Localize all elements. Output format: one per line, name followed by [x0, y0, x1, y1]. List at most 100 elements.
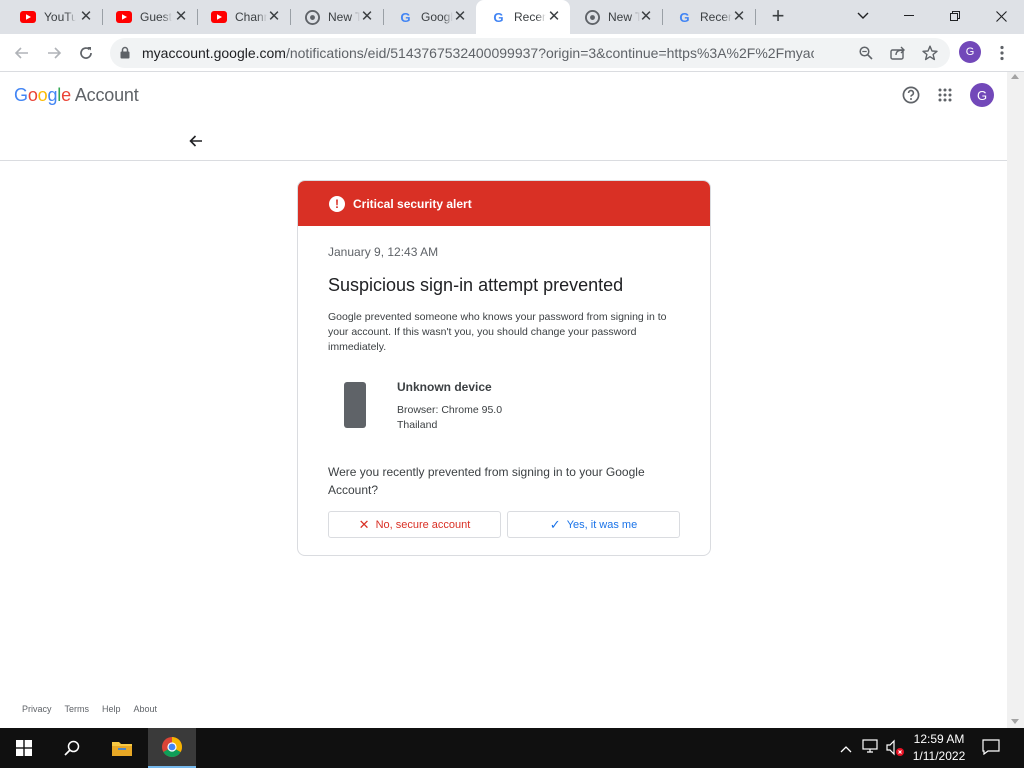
address-bar[interactable]: myaccount.google.com/notifications/eid/5… [110, 38, 950, 68]
security-alert-card: ! Critical security alert January 9, 12:… [297, 180, 711, 556]
youtube-icon [116, 9, 132, 25]
tab-new-tab[interactable]: New Tab ✕ [570, 0, 662, 34]
tab-close-icon[interactable]: ✕ [173, 9, 189, 25]
windows-logo-icon [16, 740, 32, 756]
tab-close-icon[interactable]: ✕ [78, 9, 94, 25]
tab-title: Channel [235, 10, 267, 24]
account-label: Account [74, 85, 139, 105]
footer-about-link[interactable]: About [134, 704, 158, 714]
tab-close-icon[interactable]: ✕ [452, 9, 468, 25]
volume-status[interactable] [886, 739, 906, 757]
scroll-up-arrow[interactable] [1011, 74, 1019, 79]
alert-date: January 9, 12:43 AM [328, 245, 439, 259]
account-avatar[interactable]: G [970, 83, 994, 107]
new-tab-button[interactable]: + [767, 5, 789, 28]
bookmark-button[interactable] [920, 43, 940, 63]
yes-it-was-me-button[interactable]: ✓ Yes, it was me [507, 511, 680, 538]
tab-recent-active[interactable]: G Recent ✕ [476, 0, 570, 34]
profile-avatar[interactable]: G [959, 41, 981, 63]
back-arrow-button[interactable] [185, 130, 207, 152]
url-host: myaccount.google.com [142, 45, 286, 61]
share-icon [890, 46, 905, 60]
network-status[interactable] [862, 739, 880, 755]
more-vertical-icon [1000, 45, 1004, 61]
browser-toolbar: myaccount.google.com/notifications/eid/5… [0, 34, 1024, 72]
tab-title: Recent [700, 10, 732, 24]
action-center-button[interactable] [982, 739, 1002, 757]
url-text[interactable]: myaccount.google.com/notifications/eid/5… [142, 45, 814, 61]
page-footer: Privacy Terms Help About [22, 704, 170, 714]
tab-guest[interactable]: Guest ✕ [102, 0, 197, 34]
lock-icon [120, 46, 130, 64]
share-button[interactable] [888, 43, 908, 63]
reload-button[interactable] [73, 40, 99, 66]
no-secure-account-button[interactable]: ✕ No, secure account [328, 511, 501, 538]
svg-text:G: G [400, 10, 410, 25]
confirm-question: Were you recently prevented from signing… [328, 465, 645, 497]
tab-google[interactable]: G Google ✕ [383, 0, 476, 34]
back-row [0, 118, 1007, 161]
tab-channel[interactable]: Channel ✕ [197, 0, 290, 34]
forward-button[interactable] [41, 40, 67, 66]
tab-close-icon[interactable]: ✕ [731, 9, 747, 25]
minimize-button[interactable] [886, 0, 932, 32]
chrome-icon [304, 9, 320, 25]
account-header: Google Account G [0, 72, 1007, 118]
minimize-icon [904, 15, 914, 16]
zoom-button[interactable] [856, 43, 876, 63]
file-explorer-button[interactable] [98, 728, 146, 768]
clock-time: 12:59 AM [913, 732, 965, 746]
close-window-button[interactable] [978, 0, 1024, 32]
apps-button[interactable] [938, 88, 954, 104]
arrow-right-icon [48, 47, 62, 59]
close-icon: ✕ [358, 516, 370, 532]
show-hidden-icons-button[interactable] [840, 740, 854, 754]
chrome-icon [162, 737, 182, 757]
notification-icon [982, 739, 1000, 756]
footer-privacy-link[interactable]: Privacy [22, 704, 52, 714]
device-name: Unknown device [397, 380, 492, 394]
taskbar-chrome-button[interactable] [148, 728, 196, 768]
browser-menu-button[interactable] [989, 40, 1015, 66]
google-account-logo[interactable]: Google Account [14, 85, 139, 106]
arrow-left-icon [189, 135, 202, 147]
tab-new-tab[interactable]: New Tab ✕ [290, 0, 383, 34]
taskbar-search-button[interactable] [48, 728, 96, 768]
reload-icon [80, 47, 92, 59]
tab-close-icon[interactable]: ✕ [546, 9, 562, 25]
start-button[interactable] [0, 728, 48, 768]
youtube-icon [20, 9, 36, 25]
chrome-icon [584, 9, 600, 25]
tab-close-icon[interactable]: ✕ [638, 9, 654, 25]
device-location: Thailand [397, 419, 438, 431]
footer-terms-link[interactable]: Terms [65, 704, 90, 714]
apps-grid-icon [938, 88, 952, 102]
tab-title: Google [421, 10, 453, 24]
tab-close-icon[interactable]: ✕ [266, 9, 282, 25]
alert-headline: Suspicious sign-in attempt prevented [328, 275, 624, 295]
google-icon: G [490, 9, 506, 25]
tab-title: Guest [140, 10, 172, 24]
tab-title: YouTube [44, 10, 76, 24]
url-path: /notifications/eid/5143767532400099937?o… [285, 45, 814, 61]
back-button[interactable] [9, 40, 35, 66]
tab-close-icon[interactable]: ✕ [359, 9, 375, 25]
footer-help-link[interactable]: Help [102, 704, 121, 714]
tab-search-button[interactable] [840, 0, 886, 32]
yes-button-label: Yes, it was me [566, 518, 638, 531]
taskbar-clock[interactable]: 12:59 AM 1/11/2022 [906, 731, 972, 765]
tab-title: New Tab [328, 10, 360, 24]
google-icon: G [676, 9, 692, 25]
scroll-down-arrow[interactable] [1011, 719, 1019, 724]
search-icon [64, 740, 80, 756]
tab-title: New Tab [608, 10, 640, 24]
restore-button[interactable] [932, 0, 978, 32]
page-scrollbar[interactable] [1007, 72, 1024, 728]
no-button-label: No, secure account [375, 518, 471, 531]
youtube-icon [211, 9, 227, 25]
help-button[interactable] [902, 86, 922, 106]
tab-recent[interactable]: G Recent ✕ [662, 0, 755, 34]
google-wordmark: Google [14, 85, 71, 105]
tab-youtube[interactable]: YouTube ✕ [6, 0, 102, 34]
tab-separator [755, 9, 756, 25]
